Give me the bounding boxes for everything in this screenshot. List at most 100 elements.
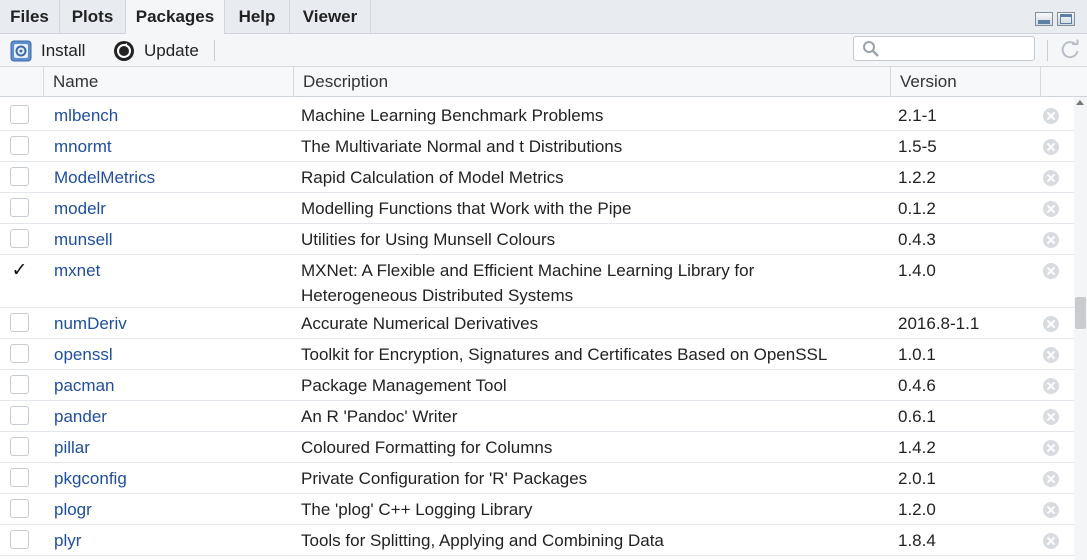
load-package-checkbox[interactable] <box>10 530 29 549</box>
load-package-checkbox[interactable]: ✓ <box>10 260 29 280</box>
load-package-checkbox[interactable] <box>10 375 29 394</box>
load-package-checkbox[interactable] <box>10 313 29 332</box>
package-name-link[interactable]: pillar <box>54 438 90 458</box>
pane-tabbar: Files Plots Packages Help Viewer <box>0 0 1087 34</box>
remove-package-icon[interactable] <box>1043 316 1059 332</box>
search-icon <box>863 41 879 57</box>
table-row: pkgconfig Private Configuration for 'R' … <box>0 463 1074 494</box>
column-header-description[interactable]: Description <box>293 67 890 97</box>
load-package-checkbox[interactable] <box>10 468 29 487</box>
packages-table: mlbench Machine Learning Benchmark Probl… <box>0 97 1074 560</box>
packages-toolbar: Install Update <box>0 34 1087 67</box>
install-button[interactable]: Install <box>10 37 90 64</box>
load-package-checkbox[interactable] <box>10 136 29 155</box>
column-header-remove <box>1040 67 1087 97</box>
table-header: Name Description Version <box>0 67 1087 97</box>
package-version: 0.4.3 <box>898 230 936 249</box>
tab-plots[interactable]: Plots <box>60 0 126 34</box>
table-row: numDeriv Accurate Numerical Derivatives … <box>0 308 1074 339</box>
load-package-checkbox[interactable] <box>10 105 29 124</box>
package-name-link[interactable]: munsell <box>54 230 113 250</box>
remove-package-icon[interactable] <box>1043 347 1059 363</box>
load-package-checkbox[interactable] <box>10 167 29 186</box>
package-version: 0.6.1 <box>898 407 936 426</box>
table-row: pillar Coloured Formatting for Columns 1… <box>0 432 1074 463</box>
minimize-pane-icon[interactable] <box>1035 12 1053 26</box>
table-row: mnormt The Multivariate Normal and t Dis… <box>0 131 1074 162</box>
remove-package-icon[interactable] <box>1043 108 1059 124</box>
install-label: Install <box>41 41 86 60</box>
load-package-checkbox[interactable] <box>10 229 29 248</box>
package-description: The Multivariate Normal and t Distributi… <box>301 137 623 156</box>
load-package-checkbox[interactable] <box>10 198 29 217</box>
remove-package-icon[interactable] <box>1043 378 1059 394</box>
package-description: Private Configuration for 'R' Packages <box>301 469 588 488</box>
table-row: ✓ mxnet MXNet: A Flexible and Efficient … <box>0 255 1074 308</box>
package-search[interactable] <box>853 36 1035 61</box>
tab-files[interactable]: Files <box>0 0 60 34</box>
package-description: Utilities for Using Munsell Colours <box>301 230 556 249</box>
package-description: Tools for Splitting, Applying and Combin… <box>301 531 664 550</box>
package-name-link[interactable]: plyr <box>54 531 81 551</box>
package-name-link[interactable]: mxnet <box>54 261 100 281</box>
remove-package-icon[interactable] <box>1043 201 1059 217</box>
package-name-link[interactable]: modelr <box>54 199 106 219</box>
load-package-checkbox[interactable] <box>10 406 29 425</box>
package-name-link[interactable]: openssl <box>54 345 113 365</box>
update-icon <box>114 41 134 61</box>
package-version: 1.4.2 <box>898 438 936 457</box>
remove-package-icon[interactable] <box>1043 232 1059 248</box>
package-description: The 'plog' C++ Logging Library <box>301 500 533 519</box>
scrollbar-thumb[interactable] <box>1075 297 1086 329</box>
package-description: Toolkit for Encryption, Signatures and C… <box>301 345 828 364</box>
package-description: MXNet: A Flexible and Efficient Machine … <box>301 261 755 305</box>
package-name-link[interactable]: ModelMetrics <box>54 168 155 188</box>
remove-package-icon[interactable] <box>1043 170 1059 186</box>
toolbar-separator <box>1047 40 1048 61</box>
package-description: Coloured Formatting for Columns <box>301 438 553 457</box>
package-version: 1.8.4 <box>898 531 936 550</box>
table-row: modelr Modelling Functions that Work wit… <box>0 193 1074 224</box>
table-row: munsell Utilities for Using Munsell Colo… <box>0 224 1074 255</box>
maximize-pane-icon[interactable] <box>1057 12 1075 26</box>
column-header-version[interactable]: Version <box>890 67 1040 97</box>
package-name-link[interactable]: plogr <box>54 500 92 520</box>
package-name-link[interactable]: mlbench <box>54 106 118 126</box>
table-row: ModelMetrics Rapid Calculation of Model … <box>0 162 1074 193</box>
table-row: plyr Tools for Splitting, Applying and C… <box>0 525 1074 556</box>
tab-help[interactable]: Help <box>225 0 290 34</box>
load-package-checkbox[interactable] <box>10 344 29 363</box>
update-button[interactable]: Update <box>113 37 203 64</box>
remove-package-icon[interactable] <box>1043 440 1059 456</box>
search-input[interactable] <box>884 39 1029 58</box>
package-name-link[interactable]: numDeriv <box>54 314 127 334</box>
load-package-checkbox[interactable] <box>10 437 29 456</box>
toolbar-separator <box>214 40 215 61</box>
tab-packages[interactable]: Packages <box>126 0 225 34</box>
remove-package-icon[interactable] <box>1043 409 1059 425</box>
column-header-name[interactable]: Name <box>43 67 293 97</box>
remove-package-icon[interactable] <box>1043 263 1059 279</box>
package-name-link[interactable]: pacman <box>54 376 114 396</box>
table-row: pacman Package Management Tool 0.4.6 <box>0 370 1074 401</box>
tab-viewer[interactable]: Viewer <box>290 0 371 34</box>
package-name-link[interactable]: pkgconfig <box>54 469 127 489</box>
package-version: 1.4.0 <box>898 261 936 280</box>
update-label: Update <box>144 41 199 60</box>
table-row: plogr The 'plog' C++ Logging Library 1.2… <box>0 494 1074 525</box>
remove-package-icon[interactable] <box>1043 139 1059 155</box>
remove-package-icon[interactable] <box>1043 471 1059 487</box>
refresh-icon[interactable] <box>1059 39 1081 61</box>
package-version: 1.2.2 <box>898 168 936 187</box>
vertical-scrollbar[interactable] <box>1074 97 1087 560</box>
package-version: 2.1-1 <box>898 106 937 125</box>
remove-package-icon[interactable] <box>1043 502 1059 518</box>
scroll-up-arrow-icon[interactable] <box>1076 100 1084 105</box>
package-name-link[interactable]: mnormt <box>54 137 112 157</box>
package-name-link[interactable]: pander <box>54 407 107 427</box>
remove-package-icon[interactable] <box>1043 533 1059 549</box>
package-version: 1.5-5 <box>898 137 937 156</box>
load-package-checkbox[interactable] <box>10 499 29 518</box>
package-description: An R 'Pandoc' Writer <box>301 407 458 426</box>
package-description: Package Management Tool <box>301 376 507 395</box>
